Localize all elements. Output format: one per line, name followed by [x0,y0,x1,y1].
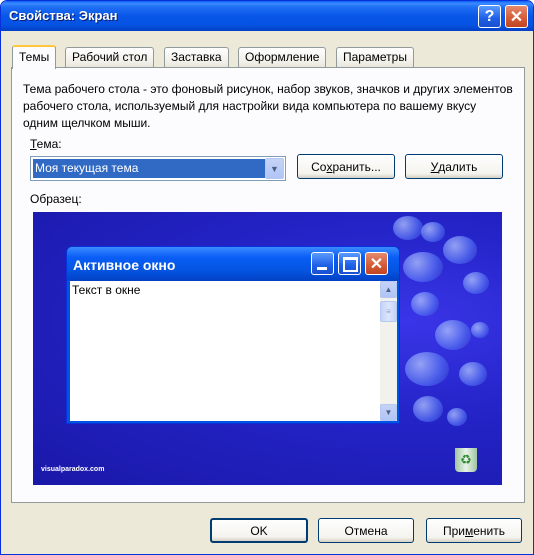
preview-watermark: visualparadox.com [41,466,105,473]
maximize-icon [338,252,361,275]
bubble-decoration [411,292,439,316]
titlebar[interactable]: Свойства: Экран ? ✕ [1,1,533,31]
bubble-decoration [443,236,477,264]
close-button[interactable]: ✕ [505,5,528,28]
bubble-decoration [393,216,423,240]
preview-window-body: Текст в окне ▲ ≡ ▼ [70,281,397,421]
theme-preview: visualparadox.com ♻ Активное окно ✕ Текс… [33,212,502,485]
theme-select[interactable]: Моя текущая тема ▼ [30,156,286,181]
close-icon: ✕ [365,252,388,275]
tab-screensaver[interactable]: Заставка [164,47,229,68]
minimize-icon [311,252,334,275]
bubble-decoration [405,352,449,386]
bubble-decoration [403,252,443,282]
preview-window-text: Текст в окне [72,283,141,297]
theme-select-value: Моя текущая тема [33,159,265,178]
scroll-thumb: ≡ [380,301,397,322]
tab-settings[interactable]: Параметры [336,47,414,68]
display-properties-dialog: Свойства: Экран ? ✕ Темы Рабочий стол За… [0,0,534,555]
preview-titlebar: Активное окно ✕ [67,247,399,281]
apply-button[interactable]: При м енить [426,518,522,543]
help-icon: ? [484,7,495,25]
chevron-down-icon[interactable]: ▼ [265,158,284,179]
preview-active-window: Активное окно ✕ Текст в окне ▲ ≡ ▼ [66,246,400,424]
themes-description: Тема рабочего стола - это фоновый рисуно… [23,82,513,130]
tab-appearance[interactable]: Оформление [238,47,327,68]
theme-label: Тема: [30,137,62,151]
close-icon: ✕ [509,8,524,26]
preview-window-title: Активное окно [73,257,176,273]
tab-desktop[interactable]: Рабочий стол [65,47,155,68]
recycle-bin-icon: ♻ [455,448,477,472]
scroll-up-icon: ▲ [380,281,397,298]
tab-themes[interactable]: Темы [12,45,57,69]
ok-button[interactable]: OK [210,518,308,543]
bubble-decoration [413,396,443,422]
bubble-decoration [459,362,487,386]
delete-theme-button[interactable]: Удалить [405,154,503,179]
bubble-decoration [463,272,489,294]
preview-label: Образец: [30,192,82,206]
cancel-button[interactable]: Отмена [318,518,414,543]
save-theme-button[interactable]: Со х ранить... [297,154,395,179]
bubble-decoration [435,320,471,350]
scroll-down-icon: ▼ [380,404,397,421]
help-button[interactable]: ? [478,5,501,28]
bubble-decoration [421,222,445,242]
preview-scrollbar: ▲ ≡ ▼ [380,281,397,421]
window-title: Свойства: Экран [9,8,118,23]
bubble-decoration [447,408,467,426]
bubble-decoration [471,322,489,338]
